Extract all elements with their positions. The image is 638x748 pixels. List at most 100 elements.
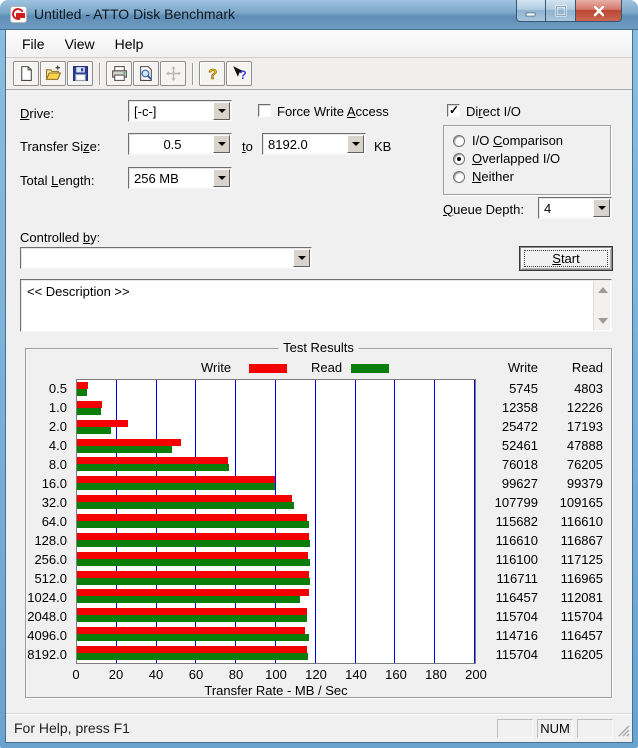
chevron-down-icon <box>218 142 226 146</box>
print-preview-button[interactable] <box>133 61 159 86</box>
y-axis-label: 512.0 <box>26 569 72 588</box>
chart-row <box>77 531 475 550</box>
scroll-up-icon[interactable] <box>598 287 608 293</box>
open-file-button[interactable] <box>40 61 66 86</box>
direct-io-checkbox[interactable] <box>447 104 460 117</box>
write-bar <box>77 401 102 408</box>
resize-grip[interactable] <box>617 724 630 740</box>
read-value: 17193 <box>538 417 603 436</box>
menu-file[interactable]: File <box>12 32 55 56</box>
focus-rectangle <box>524 250 608 267</box>
chart-row <box>77 493 475 512</box>
controlled-by-label: Controlled by: <box>20 230 100 246</box>
results-table-row: 115704116205 <box>450 645 610 664</box>
force-write-access-checkbox[interactable] <box>258 104 271 117</box>
minimize-button[interactable] <box>516 0 546 22</box>
description-textarea[interactable]: << Description >> <box>20 279 612 332</box>
chart-row <box>77 550 475 569</box>
write-value: 115682 <box>450 512 538 531</box>
write-bar <box>77 382 88 389</box>
maximize-icon <box>555 5 567 17</box>
overlapped-io-radio[interactable] <box>453 153 465 165</box>
start-button[interactable]: Start <box>520 247 612 270</box>
write-bar <box>77 608 307 615</box>
context-help-icon: ? <box>231 65 248 82</box>
x-axis-labels: 020406080100120140160180200 <box>76 668 476 682</box>
total-length-combobox[interactable]: 256 MB <box>128 167 232 189</box>
maximize-button[interactable] <box>546 0 576 22</box>
read-value: 12226 <box>538 398 603 417</box>
transfer-size-from-dropdown-button[interactable] <box>213 135 230 153</box>
write-value: 5745 <box>450 379 538 398</box>
transfer-size-to-combobox[interactable]: 8192.0 <box>262 133 366 155</box>
write-value: 52461 <box>450 436 538 455</box>
direct-io-label: Direct I/O <box>466 104 521 120</box>
svg-text:?: ? <box>208 67 217 82</box>
read-value: 99379 <box>538 474 603 493</box>
io-comparison-radio[interactable] <box>453 135 465 147</box>
kb-unit-label: KB <box>374 139 391 155</box>
results-table-row: 57454803 <box>450 379 610 398</box>
close-button[interactable] <box>576 0 622 22</box>
neither-label: Neither <box>472 169 514 185</box>
drive-combobox[interactable]: [-c-] <box>128 100 232 122</box>
status-pane-scrl <box>577 719 613 738</box>
read-legend-swatch <box>351 364 389 373</box>
menu-view[interactable]: View <box>55 32 105 56</box>
chart-row <box>77 455 475 474</box>
new-file-button[interactable] <box>13 61 39 86</box>
toolbar-separator <box>192 63 194 85</box>
save-file-button[interactable] <box>67 61 93 86</box>
y-axis-label: 8.0 <box>26 455 72 474</box>
read-bar <box>77 483 275 490</box>
test-results-title: Test Results <box>278 340 359 355</box>
window-buttons <box>516 0 622 22</box>
help-button[interactable]: ? <box>199 61 225 86</box>
chart-row <box>77 437 475 456</box>
queue-depth-label: Queue Depth: <box>443 202 524 218</box>
transfer-size-to-dropdown-button[interactable] <box>347 135 364 153</box>
read-bar <box>77 389 87 396</box>
neither-radio[interactable] <box>453 171 465 183</box>
client-area: File View Help <box>6 30 632 742</box>
read-value: 116457 <box>538 626 603 645</box>
read-bar <box>77 521 309 528</box>
results-table-row: 115704115704 <box>450 607 610 626</box>
controlled-by-dropdown-button[interactable] <box>293 249 310 267</box>
chart-row <box>77 644 475 663</box>
drive-dropdown-button[interactable] <box>213 102 230 120</box>
read-bar <box>77 615 307 622</box>
results-table-row: 1235812226 <box>450 398 610 417</box>
write-value: 99627 <box>450 474 538 493</box>
print-button[interactable] <box>106 61 132 86</box>
total-length-dropdown-button[interactable] <box>213 169 230 187</box>
pan-button[interactable] <box>160 61 186 86</box>
chart-row <box>77 569 475 588</box>
chevron-down-icon <box>352 142 360 146</box>
chart-plot-area <box>76 379 476 664</box>
controlled-by-combobox[interactable] <box>20 247 312 269</box>
scroll-down-icon[interactable] <box>598 318 608 324</box>
transfer-size-label: Transfer Size: <box>20 139 100 155</box>
transfer-size-from-combobox[interactable]: 0.5 <box>128 133 232 155</box>
read-column-header: Read <box>538 360 603 375</box>
toolbar: ? ? <box>6 58 632 90</box>
context-help-button[interactable]: ? <box>226 61 252 86</box>
menu-help[interactable]: Help <box>105 32 154 56</box>
write-legend-swatch <box>249 364 287 373</box>
x-axis-tick-label: 40 <box>149 668 163 682</box>
total-length-value: 256 MB <box>134 170 211 187</box>
y-axis-label: 1.0 <box>26 398 72 417</box>
queue-depth-combobox[interactable]: 4 <box>538 197 612 219</box>
io-comparison-label: I/O Comparison <box>472 133 563 149</box>
y-axis-label: 2.0 <box>26 417 72 436</box>
read-bar <box>77 596 300 603</box>
status-pane-num: NUM <box>537 719 573 738</box>
io-mode-groupbox: I/O Comparison Overlapped I/O Neither <box>443 125 611 195</box>
drive-value: [-c-] <box>134 103 211 120</box>
queue-depth-dropdown-button[interactable] <box>593 199 610 217</box>
description-scrollbar[interactable] <box>593 281 610 330</box>
y-axis-label: 8192.0 <box>26 645 72 664</box>
results-table-row: 7601876205 <box>450 455 610 474</box>
write-bar <box>77 571 309 578</box>
